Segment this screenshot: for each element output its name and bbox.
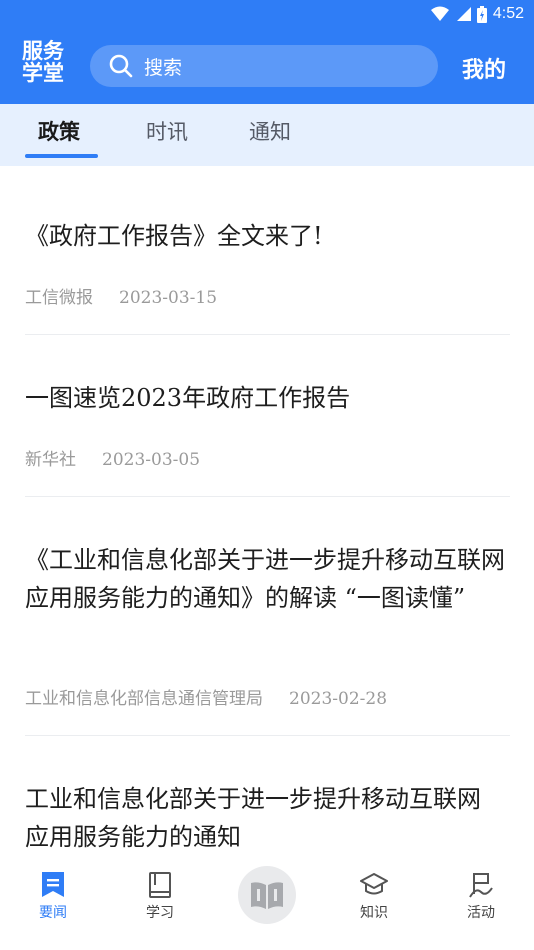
category-tabs: 政策 时讯 通知: [0, 104, 534, 166]
nav-item-study[interactable]: 学习: [120, 870, 200, 922]
list-item[interactable]: 工业和信息化部关于进一步提升移动互联网应用服务能力的通知: [25, 736, 510, 860]
nav-label-activity: 活动: [467, 905, 495, 921]
logo-line-2: 学堂: [22, 61, 64, 85]
graduation-cap-icon: [360, 873, 388, 895]
article-source: 工业和信息化部信息通信管理局: [25, 689, 263, 709]
search-placeholder: 搜索: [144, 56, 183, 79]
battery-icon: [476, 5, 487, 23]
tab-news[interactable]: 时讯: [146, 116, 188, 146]
signal-icon: [456, 7, 471, 21]
search-icon: [109, 54, 133, 78]
article-meta: 新华社 2023-03-05: [25, 445, 200, 470]
article-source: 新华社: [25, 450, 76, 470]
bottom-navigation: 要闻 学习 知识 活动: [0, 860, 534, 950]
wifi-icon: [430, 6, 449, 21]
tab-notice[interactable]: 通知: [249, 116, 291, 146]
logo-line-1: 服务: [22, 39, 64, 63]
list-item[interactable]: 一图速览2023年政府工作报告 新华社 2023-03-05: [25, 335, 510, 497]
activity-icon: [469, 873, 493, 898]
article-title: 一图速览2023年政府工作报告: [25, 384, 351, 412]
active-tab-indicator: [25, 154, 98, 158]
article-meta: 工信微报 2023-03-15: [25, 283, 217, 308]
article-title: 《政府工作报告》全文来了!: [25, 222, 323, 250]
article-date: 2023-03-05: [102, 450, 201, 470]
open-book-icon: [251, 882, 283, 909]
nav-label-study: 学习: [146, 905, 174, 921]
article-source: 工信微报: [25, 288, 93, 308]
center-library-button[interactable]: [238, 866, 296, 924]
status-bar: 4:52: [0, 0, 534, 28]
article-title: 工业和信息化部关于进一步提升移动互联网应用服务能力的通知: [25, 785, 481, 851]
mine-button[interactable]: 我的: [462, 52, 506, 84]
nav-label-knowledge: 知识: [360, 905, 388, 921]
article-list: 《政府工作报告》全文来了! 工信微报 2023-03-15 一图速览2023年政府…: [0, 166, 534, 860]
search-bar[interactable]: 搜索: [90, 45, 438, 87]
article-title: 《工业和信息化部关于进一步提升移动互联网应用服务能力的通知》的解读 “一图读懂”: [25, 546, 505, 612]
news-icon: [42, 872, 64, 897]
nav-item-news[interactable]: 要闻: [13, 870, 93, 922]
list-item[interactable]: 《工业和信息化部关于进一步提升移动互联网应用服务能力的通知》的解读 “一图读懂”…: [25, 497, 510, 736]
status-time: 4:52: [492, 5, 524, 22]
list-item[interactable]: 《政府工作报告》全文来了! 工信微报 2023-03-15: [25, 166, 510, 335]
nav-item-knowledge[interactable]: 知识: [334, 870, 414, 922]
nav-label-news: 要闻: [39, 905, 67, 921]
article-meta: 工业和信息化部信息通信管理局 2023-02-28: [25, 684, 387, 709]
tab-policy[interactable]: 政策: [38, 116, 80, 146]
top-bar: 服务 学堂 搜索 我的: [0, 28, 534, 104]
article-date: 2023-03-15: [119, 288, 218, 308]
app-logo: 服务 学堂: [22, 40, 74, 84]
nav-item-activity[interactable]: 活动: [441, 870, 521, 922]
book-icon: [149, 872, 171, 898]
article-date: 2023-02-28: [289, 689, 388, 709]
